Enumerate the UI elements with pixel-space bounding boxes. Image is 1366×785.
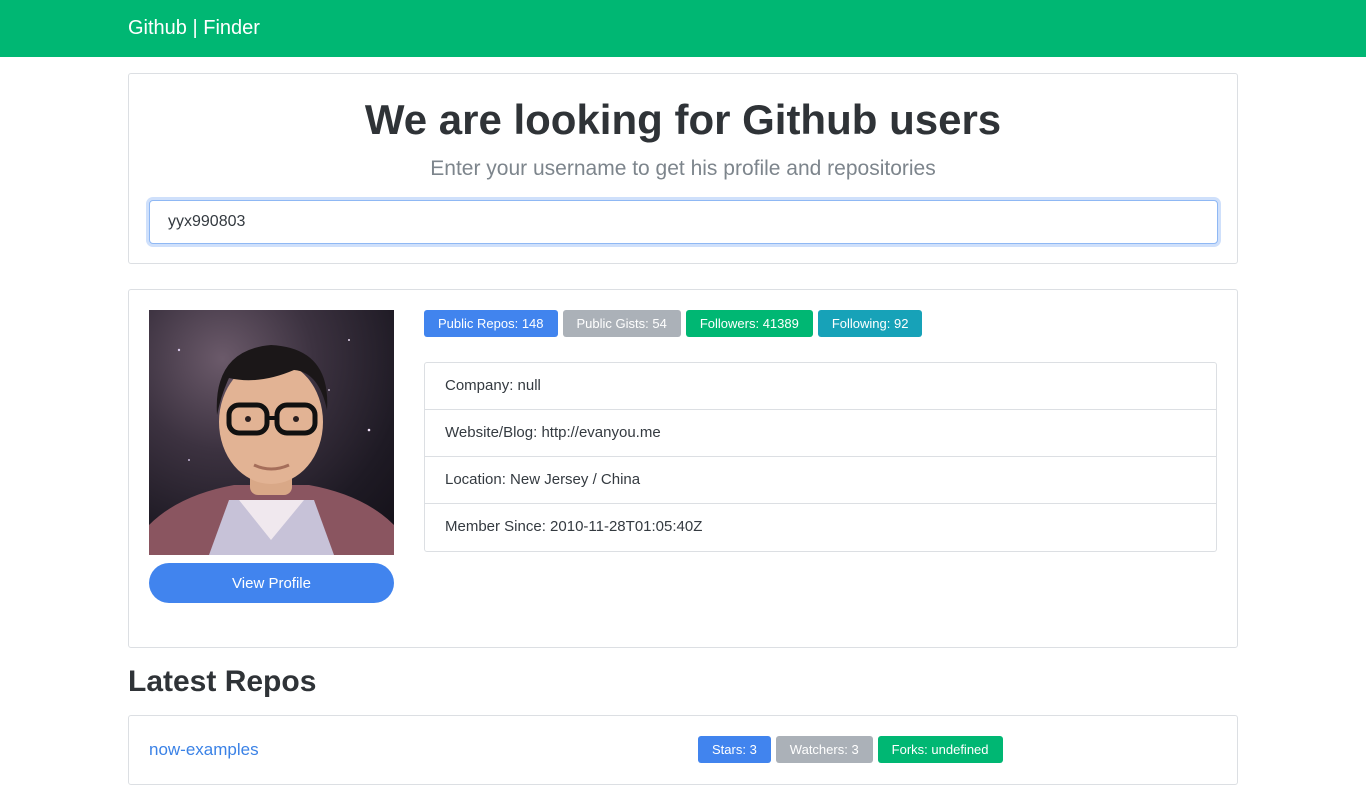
public-gists-badge: Public Gists: 54 — [562, 310, 681, 337]
repo-card: now-examples Stars: 3 Watchers: 3 Forks:… — [128, 715, 1238, 785]
repo-badges: Stars: 3 Watchers: 3 Forks: undefined — [698, 736, 1003, 763]
page-title: We are looking for Github users — [364, 96, 1002, 143]
watchers-badge: Watchers: 3 — [775, 736, 873, 763]
forks-badge: Forks: undefined — [877, 736, 1003, 763]
website-item: Website/Blog: http://evanyou.me — [425, 410, 1216, 457]
user-avatar — [149, 310, 394, 555]
user-avatar-icon — [149, 339, 394, 555]
member-since-item: Member Since: 2010-11-28T01:05:40Z — [445, 518, 703, 535]
search-user-input[interactable] — [149, 200, 1218, 244]
profile-card: View Profile Public Repos: 148 Public Gi… — [128, 289, 1238, 648]
navbar: Github | Finder — [0, 0, 1366, 57]
followers-badge: Followers: 41389 — [685, 310, 813, 337]
page-subtitle: Enter your username to get his profile a… — [430, 157, 936, 180]
search-card: We are looking for Github users Enter yo… — [128, 73, 1238, 264]
profile-badges: Public Repos: 148 Public Gists: 54 Follo… — [424, 310, 923, 337]
view-profile-button[interactable]: View Profile — [149, 563, 394, 603]
public-repos-badge: Public Repos: 148 — [424, 310, 558, 337]
latest-repos-title: Latest Repos — [128, 665, 317, 698]
profile-info-list: Company: null Website/Blog: http://evany… — [424, 362, 1217, 552]
navbar-brand[interactable]: Github | Finder — [128, 15, 260, 41]
location-item: Location: New Jersey / China — [425, 457, 1216, 504]
stars-badge: Stars: 3 — [698, 736, 771, 763]
repo-link[interactable]: now-examples — [149, 739, 259, 761]
company-item: Company: null — [425, 363, 1216, 410]
following-badge: Following: 92 — [817, 310, 923, 337]
